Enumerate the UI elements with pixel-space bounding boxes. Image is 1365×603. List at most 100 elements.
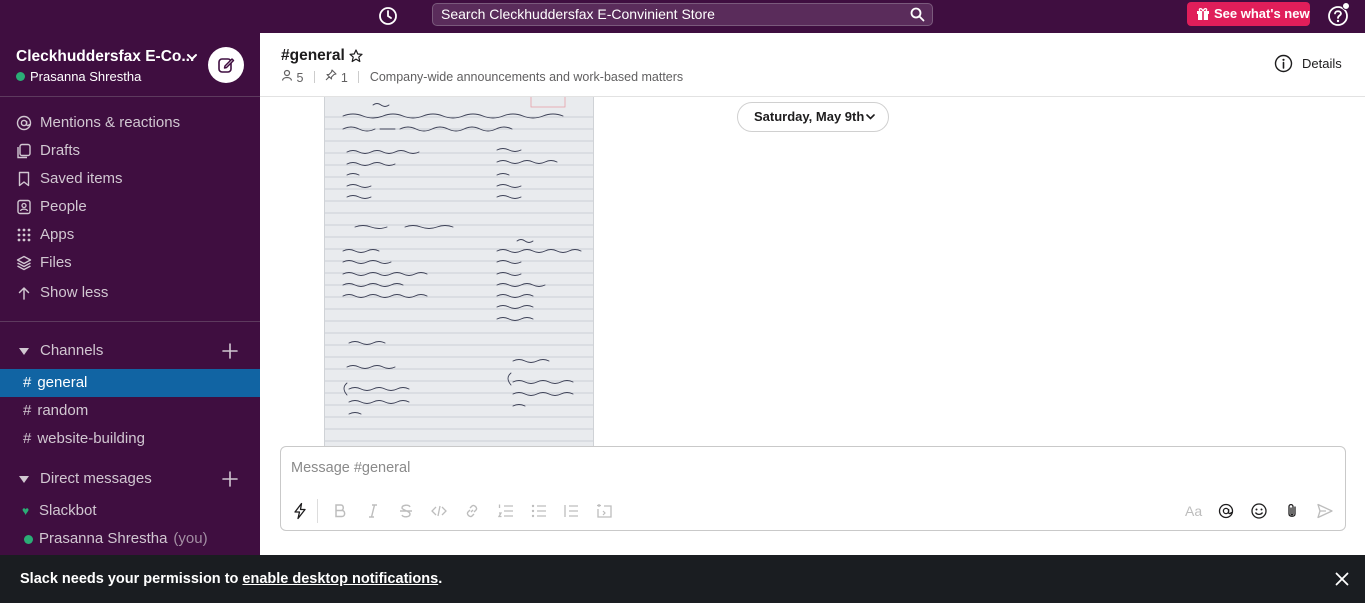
nav-mentions-reactions[interactable]: Mentions & reactions — [0, 109, 260, 137]
pins-button[interactable]: 1 — [325, 69, 348, 85]
nav-apps[interactable]: Apps — [0, 221, 260, 249]
pin-icon — [326, 69, 337, 81]
channel-name: website-building — [37, 430, 145, 447]
link-icon[interactable] — [463, 502, 481, 520]
sidebar: Cleckhuddersfax E-Co... Prasanna Shresth… — [0, 33, 260, 555]
formatting-toggle-icon[interactable]: Aa — [1185, 503, 1207, 521]
add-dm-icon[interactable] — [221, 470, 239, 488]
meta-separator — [358, 70, 360, 83]
nav-label: Mentions & reactions — [40, 114, 181, 131]
workspace-name[interactable]: Cleckhuddersfax E-Co... — [16, 48, 194, 66]
history-icon[interactable] — [377, 5, 399, 27]
members-button[interactable]: 5 — [281, 69, 303, 85]
drafts-icon — [17, 143, 31, 159]
dm-name: Prasanna Shrestha — [39, 530, 168, 547]
send-icon[interactable] — [1316, 502, 1334, 520]
channel-header: #general 5 1 Company-wide announcements … — [260, 33, 1365, 97]
details-button[interactable]: Details — [1274, 54, 1342, 73]
blockquote-icon[interactable] — [562, 502, 580, 520]
channel-random[interactable]: # random — [0, 397, 260, 425]
info-icon — [1274, 54, 1293, 73]
member-icon — [281, 69, 293, 81]
emoji-icon[interactable] — [1250, 502, 1268, 520]
chevron-down-icon[interactable] — [186, 52, 198, 62]
top-bar: Search Cleckhuddersfax E-Convinient Stor… — [0, 0, 1365, 33]
nav-saved-items[interactable]: Saved items — [0, 165, 260, 193]
strikethrough-icon[interactable] — [397, 502, 415, 520]
dms-section-label: Direct messages — [40, 470, 152, 487]
channel-general[interactable]: # general — [0, 369, 260, 397]
details-label: Details — [1302, 56, 1342, 71]
nav-files[interactable]: Files — [0, 249, 260, 277]
nav-label: Saved items — [40, 170, 123, 187]
channel-website-building[interactable]: # website-building — [0, 425, 260, 453]
nav-label: Drafts — [40, 142, 81, 159]
ordered-list-icon[interactable] — [497, 502, 515, 520]
search-placeholder: Search Cleckhuddersfax E-Convinient Stor… — [441, 6, 715, 22]
current-user: Prasanna Shrestha — [16, 69, 141, 84]
mention-icon[interactable] — [1217, 502, 1235, 520]
italic-icon[interactable] — [364, 502, 382, 520]
compose-button[interactable] — [208, 47, 244, 83]
caret-down-icon[interactable] — [19, 476, 29, 483]
message-input[interactable] — [291, 456, 1291, 480]
notification-dot — [1342, 2, 1350, 10]
message-area: Saturday, May 9th Aa — [260, 97, 1365, 555]
dm-self[interactable]: Prasanna Shrestha (you) — [0, 525, 260, 553]
nav-label: Show less — [40, 284, 109, 301]
enable-notifications-link[interactable]: enable desktop notifications — [242, 571, 438, 587]
channels-section-header[interactable]: Channels — [0, 337, 260, 365]
date-divider-label: Saturday, May 9th — [754, 109, 865, 124]
notification-permission-banner: Slack needs your permission to enable de… — [0, 555, 1365, 603]
dm-name: Slackbot — [39, 502, 97, 519]
nav-show-less[interactable]: Show less — [0, 279, 260, 307]
hash-icon: # — [23, 402, 32, 419]
compose-icon — [218, 58, 235, 73]
hash-icon: # — [23, 374, 32, 391]
search-bar[interactable]: Search Cleckhuddersfax E-Convinient Stor… — [432, 3, 933, 26]
online-status-icon — [24, 535, 33, 544]
channels-section-label: Channels — [40, 342, 104, 359]
heart-icon: ♥ — [22, 504, 30, 518]
people-icon — [17, 199, 31, 215]
message-composer: Aa — [280, 446, 1346, 531]
dm-you-suffix: (you) — [173, 530, 208, 547]
handwritten-notes-image[interactable] — [324, 97, 594, 446]
bold-icon[interactable] — [331, 502, 349, 520]
add-channel-icon[interactable] — [221, 342, 239, 360]
bulleted-list-icon[interactable] — [530, 502, 548, 520]
dm-slackbot[interactable]: ♥ Slackbot — [0, 497, 260, 525]
channel-name: general — [37, 374, 88, 391]
nav-people[interactable]: People — [0, 193, 260, 221]
date-divider[interactable]: Saturday, May 9th — [737, 102, 889, 132]
gift-icon — [1197, 8, 1209, 20]
member-count: 5 — [296, 70, 304, 85]
channel-title[interactable]: #general — [281, 47, 345, 65]
bookmark-icon — [18, 171, 30, 187]
nav-label: Apps — [40, 226, 75, 243]
shortcuts-lightning-icon[interactable] — [291, 502, 309, 520]
code-icon[interactable] — [430, 502, 448, 520]
banner-text: Slack needs your permission to — [20, 571, 243, 587]
attachment-icon[interactable] — [1283, 502, 1301, 520]
code-block-icon[interactable] — [595, 502, 613, 520]
star-icon[interactable] — [349, 49, 363, 63]
dms-section-header[interactable]: Direct messages — [0, 465, 260, 493]
nav-label: People — [40, 198, 87, 215]
pin-count: 1 — [340, 70, 348, 85]
arrow-up-icon — [18, 286, 30, 300]
banner-text-end: . — [438, 571, 443, 587]
files-icon — [16, 255, 32, 271]
chevron-down-icon — [866, 114, 875, 120]
toolbar-divider — [317, 499, 318, 523]
whats-new-label: See what's new — [1214, 6, 1310, 21]
channel-name: random — [37, 402, 89, 419]
current-user-name: Prasanna Shrestha — [30, 69, 142, 84]
workspace-header[interactable]: Cleckhuddersfax E-Co... Prasanna Shresth… — [0, 33, 260, 97]
close-icon[interactable] — [1335, 572, 1349, 586]
nav-drafts[interactable]: Drafts — [0, 137, 260, 165]
channel-topic[interactable]: Company-wide announcements and work-base… — [370, 70, 683, 84]
caret-down-icon[interactable] — [19, 348, 29, 355]
whats-new-button[interactable]: See what's new — [1187, 2, 1310, 26]
online-status-icon — [16, 72, 25, 81]
